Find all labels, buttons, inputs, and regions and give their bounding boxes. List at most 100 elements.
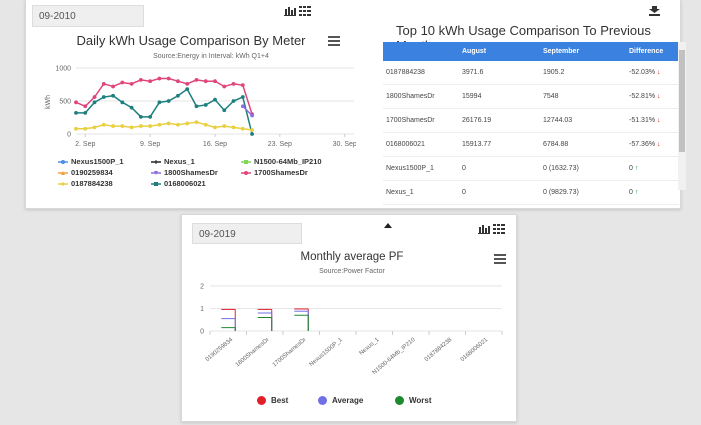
- august-cell: 3971.6: [459, 61, 540, 85]
- table-row[interactable]: 1800ShamesDr 15994 7548 -52.81% ↓: [383, 84, 679, 109]
- table-scrollbar[interactable]: [678, 42, 686, 190]
- data-point: [213, 97, 217, 102]
- data-point: [120, 80, 125, 85]
- daily-usage-chart: 1000 500 0 kWh 2. Sep 9. Sep 16. Sep 23. Sep 30.…: [45, 66, 356, 149]
- data-point: [83, 110, 88, 115]
- legend-item[interactable]: 1700ShamesDr: [241, 168, 308, 177]
- legend-item[interactable]: Worst: [395, 396, 432, 405]
- table-row[interactable]: 0187884238 3971.6 1905.2 -52.03% ↓: [383, 61, 679, 85]
- difference-value: -52.03%: [629, 69, 656, 76]
- data-point: [222, 124, 227, 128]
- data-point: [203, 122, 208, 127]
- legend-item[interactable]: 0190259834: [58, 168, 113, 177]
- chart-menu-icon[interactable]: [494, 252, 506, 266]
- usage-panel: 09-2010 Daily kWh Usage Comparison By Me…: [25, 0, 686, 209]
- meter-cell: Nexus_1: [383, 180, 459, 205]
- month-picker[interactable]: 09-2019: [192, 223, 302, 244]
- y-tick-label: 1000: [55, 66, 71, 73]
- difference-value: -57.36%: [629, 141, 656, 148]
- legend-item[interactable]: 0168006021: [151, 179, 206, 188]
- column-header[interactable]: September: [540, 42, 626, 61]
- legend-item[interactable]: N1500-64Mb_IP210: [241, 157, 322, 166]
- september-cell: 0 (9829.73): [540, 180, 626, 205]
- legend-dot: [318, 396, 327, 405]
- data-point: [83, 126, 88, 131]
- column-header[interactable]: Difference: [626, 42, 679, 61]
- chart-menu-icon[interactable]: [328, 34, 340, 48]
- pf-panel: 09-2019 Monthly average PF Source:Power …: [181, 214, 517, 422]
- table-row[interactable]: 0168006021 15913.77 6784.88 -57.36% ↓: [383, 132, 679, 157]
- legend-item[interactable]: 0187884238: [58, 179, 113, 188]
- arrow-up-icon: ↑: [632, 165, 639, 172]
- data-point: [250, 113, 254, 118]
- x-tick-label: 2. Sep: [75, 141, 95, 148]
- legend-item[interactable]: Average: [318, 396, 363, 405]
- data-point: [138, 114, 143, 119]
- x-tick-label: 30. Sep: [333, 141, 356, 148]
- table-row[interactable]: Nexus1500P_1 0 0 (1632.73) 0 ↑: [383, 156, 679, 181]
- difference-value: -51.31%: [629, 117, 656, 124]
- daily-chart-legend: Nexus1500P_1 Nexus_1 N1500-64Mb_IP210 01…: [26, 157, 356, 197]
- column-header[interactable]: August: [459, 42, 540, 61]
- bar-chart-icon[interactable]: [284, 6, 296, 16]
- data-point: [148, 114, 153, 119]
- view-toggle: [284, 6, 311, 16]
- meter-cell: 0187884238: [383, 61, 459, 85]
- table-grid-icon[interactable]: [493, 224, 505, 234]
- x-tick-label: N1500-64Mb_IP210: [371, 337, 417, 377]
- september-cell: 7548: [540, 84, 626, 109]
- legend-item[interactable]: Nexus1500P_1: [58, 157, 124, 166]
- data-point: [166, 121, 171, 126]
- x-tick-label: 9. Sep: [140, 141, 160, 148]
- legend-item[interactable]: Best: [257, 396, 288, 405]
- table-row[interactable]: Nexus_1 0 0 (9829.73) 0 ↑: [383, 180, 679, 205]
- data-point: [185, 121, 190, 126]
- legend-item[interactable]: Nexus_1: [151, 157, 195, 166]
- column-header[interactable]: [383, 42, 459, 61]
- view-toggle: [478, 224, 505, 234]
- data-point: [83, 104, 88, 109]
- scrollbar-thumb[interactable]: [679, 50, 685, 152]
- x-tick-label: Nexus_1: [358, 337, 381, 357]
- data-point: [101, 122, 106, 127]
- data-point: [240, 83, 245, 88]
- collapse-arrow-icon[interactable]: [384, 223, 392, 228]
- month-picker[interactable]: 09-2010: [32, 5, 144, 27]
- difference-value: -52.81%: [629, 93, 656, 100]
- data-point: [74, 100, 78, 105]
- table-row[interactable]: 1700ShamesDr 26176.19 12744.03 -51.31% ↓: [383, 108, 679, 133]
- difference-cell: -52.03% ↓: [626, 61, 679, 85]
- data-point: [250, 132, 254, 136]
- data-point: [240, 126, 245, 131]
- data-point: [166, 76, 171, 81]
- data-point: [185, 81, 190, 86]
- september-cell: 12744.03: [540, 108, 626, 133]
- data-point: [148, 124, 153, 128]
- september-cell: 6784.88: [540, 132, 626, 157]
- september-cell: 0 (1632.73): [540, 156, 626, 181]
- data-point: [157, 122, 162, 127]
- data-point: [231, 99, 236, 103]
- data-point: [213, 125, 217, 130]
- y-tick-label: 500: [59, 99, 71, 106]
- difference-cell: -51.31% ↓: [626, 108, 679, 133]
- data-point: [111, 93, 115, 98]
- legend-dot: [395, 396, 404, 405]
- data-point: [92, 125, 97, 130]
- pf-chart-subtitle: Source:Power Factor: [319, 268, 385, 275]
- data-point: [240, 104, 245, 109]
- x-tick-label: 1700ShamesDr: [271, 337, 308, 369]
- difference-cell: -52.81% ↓: [626, 84, 679, 109]
- difference-cell: -57.36% ↓: [626, 132, 679, 157]
- legend-item[interactable]: 1800ShamesDr: [151, 168, 218, 177]
- data-point: [74, 126, 78, 131]
- data-point: [157, 100, 162, 105]
- table-grid-icon[interactable]: [299, 6, 311, 16]
- download-icon[interactable]: [649, 6, 660, 16]
- data-point: [92, 100, 97, 105]
- bar-chart-icon[interactable]: [478, 224, 490, 234]
- data-point: [203, 79, 208, 84]
- x-tick-label: 0168006021: [460, 337, 490, 364]
- september-cell: 1905.2: [540, 61, 626, 85]
- x-tick-label: Nexus1500P_1: [308, 337, 344, 368]
